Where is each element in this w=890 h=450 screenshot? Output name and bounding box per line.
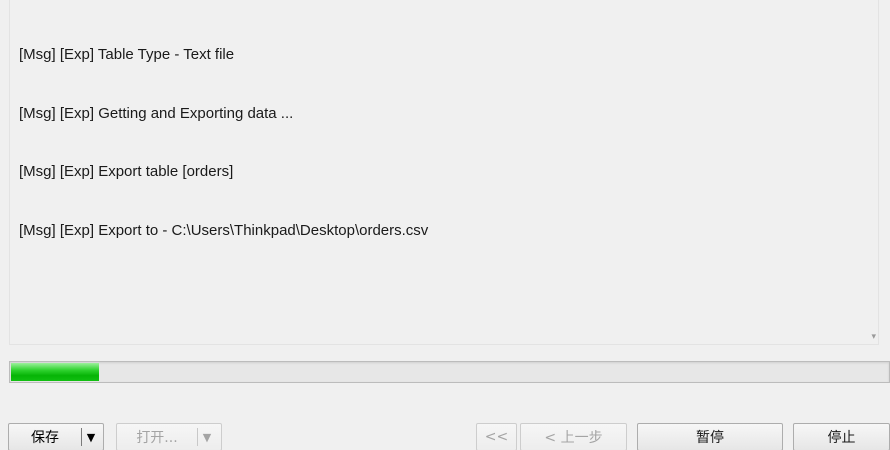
scroll-down-arrow-icon[interactable]: ▾ xyxy=(871,331,876,341)
first-page-button[interactable]: << xyxy=(476,423,517,450)
open-button[interactable]: 打开... xyxy=(117,424,197,450)
log-lines: [Msg] [Exp] Table Type - Text file [Msg]… xyxy=(19,6,428,279)
previous-step-button[interactable]: < 上一步 xyxy=(520,423,627,450)
log-line: [Msg] [Exp] Export table [orders] xyxy=(19,163,234,180)
export-wizard-window: [Msg] [Exp] Table Type - Text file [Msg]… xyxy=(0,0,890,450)
chevron-down-icon[interactable]: ▼ xyxy=(198,424,216,450)
log-line: [Msg] [Exp] Table Type - Text file xyxy=(19,46,235,63)
log-scrollbar[interactable]: ▾ xyxy=(866,0,878,345)
open-split-button[interactable]: 打开... ▼ xyxy=(116,423,222,450)
button-bar: 保存 ▼ 打开... ▼ << < 上一步 暂停 停止 xyxy=(0,405,890,450)
save-split-button[interactable]: 保存 ▼ xyxy=(8,423,104,450)
chevron-down-icon[interactable]: ▼ xyxy=(82,424,100,450)
log-line: [Msg] [Exp] Getting and Exporting data .… xyxy=(19,104,294,122)
save-button[interactable]: 保存 xyxy=(9,424,81,450)
progress-fill xyxy=(11,363,99,381)
log-line: [Msg] [Exp] Export to - C:\Users\Thinkpa… xyxy=(19,221,429,239)
stop-button[interactable]: 停止 xyxy=(793,423,890,450)
export-progress-bar xyxy=(9,361,890,383)
pause-button[interactable]: 暂停 xyxy=(637,423,783,450)
log-output[interactable]: [Msg] [Exp] Table Type - Text file [Msg]… xyxy=(9,0,879,345)
